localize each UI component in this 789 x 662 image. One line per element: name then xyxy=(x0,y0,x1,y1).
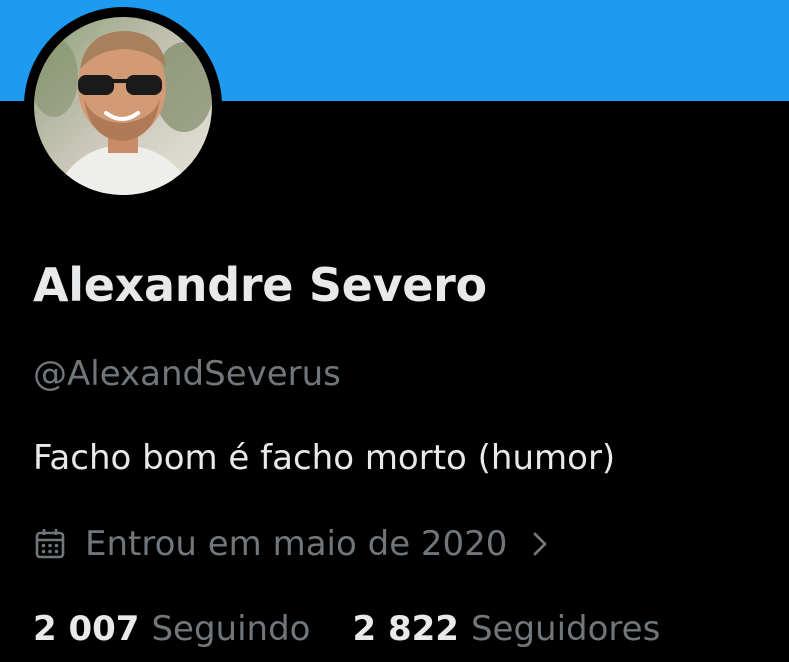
avatar[interactable] xyxy=(34,17,212,195)
followers-label: Seguidores xyxy=(470,609,661,649)
follow-stats: 2 007 Seguindo 2 822 Seguidores xyxy=(33,605,660,653)
followers-count: 2 822 xyxy=(352,609,459,649)
calendar-icon xyxy=(33,527,67,561)
followers-link[interactable]: 2 822 Seguidores xyxy=(352,605,660,653)
handle: @AlexandSeverus xyxy=(33,354,341,394)
following-link[interactable]: 2 007 Seguindo xyxy=(33,605,310,653)
joined-date-text: Entrou em maio de 2020 xyxy=(85,524,508,564)
display-name: Alexandre Severo xyxy=(33,258,487,312)
following-count: 2 007 xyxy=(33,609,140,649)
avatar-border xyxy=(24,7,222,205)
chevron-right-icon xyxy=(525,527,555,561)
joined-date-link[interactable]: Entrou em maio de 2020 xyxy=(33,520,555,568)
following-label: Seguindo xyxy=(151,609,311,649)
bio: Facho bom é facho morto (humor) xyxy=(33,438,616,478)
